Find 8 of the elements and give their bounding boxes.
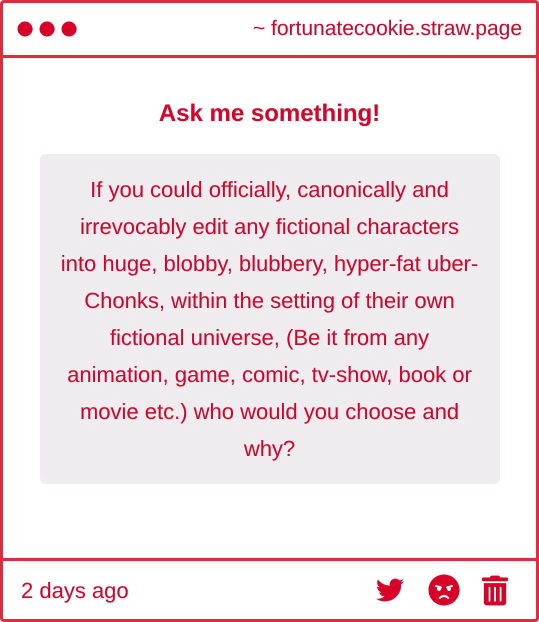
heading: Ask me something! [158, 99, 380, 129]
window-dots-icon [17, 21, 77, 37]
question-text: If you could officially, canonically and irrevocably edit any fictional characters into huge, blobby, blubbery, hyper-fat uber-Chonks, within the setting of their own fictional universe, (Be it from any animation, game, comic, tv-show, book or movie etc.) who would you choose and why? [40, 154, 500, 484]
site-address: ~ fortunatecookie.straw.page [252, 16, 522, 42]
twitter-bird-icon[interactable] [374, 576, 406, 604]
trash-icon[interactable] [482, 574, 508, 606]
post-time: 2 days ago [21, 576, 129, 605]
angry-face-icon[interactable] [428, 574, 460, 606]
